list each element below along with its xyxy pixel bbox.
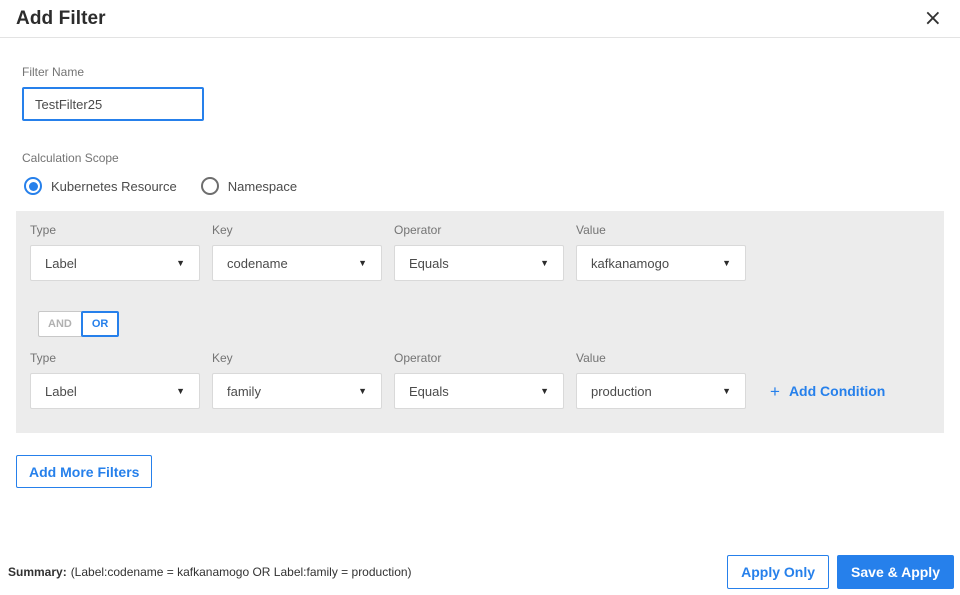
condition-1-value-select[interactable]: kafkanamogo ▼ (576, 245, 746, 281)
condition-1-operator-select[interactable]: Equals ▼ (394, 245, 564, 281)
summary-label: Summary: (8, 565, 67, 579)
footer-buttons: Apply Only Save & Apply (727, 555, 954, 589)
add-more-filters-button[interactable]: Add More Filters (16, 455, 153, 488)
condition-2-type-cell: Type Label ▼ (30, 351, 200, 409)
chevron-down-icon: ▼ (540, 257, 549, 268)
condition-1-key-select[interactable]: codename ▼ (212, 245, 382, 281)
radio-selected-icon[interactable] (24, 177, 42, 195)
condition-2-operator-cell: Operator Equals ▼ (394, 351, 564, 409)
condition-2-key-value: family (227, 383, 261, 399)
chevron-down-icon: ▼ (358, 257, 367, 268)
chevron-down-icon: ▼ (176, 257, 185, 268)
dialog-body: Filter Name Calculation Scope Kubernetes… (0, 65, 960, 433)
and-toggle-button[interactable]: AND (38, 311, 82, 337)
condition-1-value-cell: Value kafkanamogo ▼ (576, 223, 746, 281)
value-label: Value (576, 351, 606, 365)
dialog-footer: Summary: (Label:codename = kafkanamogo OR… (8, 555, 954, 589)
dialog-header: Add Filter × (0, 0, 960, 38)
summary-text: (Label:codename = kafkanamogo OR Label:f… (70, 565, 412, 579)
type-label: Type (30, 351, 57, 365)
filter-name-label: Filter Name (22, 65, 85, 79)
chevron-down-icon: ▼ (358, 385, 367, 396)
condition-2-key-cell: Key family ▼ (212, 351, 382, 409)
radio-kubernetes-resource-label: Kubernetes Resource (51, 178, 177, 194)
add-condition-label: Add Condition (788, 383, 886, 399)
condition-1-operator-value: Equals (409, 255, 449, 271)
key-label: Key (212, 223, 233, 237)
apply-only-button[interactable]: Apply Only (727, 555, 830, 589)
operator-label: Operator (394, 351, 442, 365)
condition-1-key-cell: Key codename ▼ (212, 223, 382, 281)
condition-2-type-select[interactable]: Label ▼ (30, 373, 200, 409)
radio-unselected-icon[interactable] (200, 177, 219, 195)
add-condition-link[interactable]: + Add Condition (758, 373, 930, 409)
radio-namespace-label: Namespace (227, 178, 298, 194)
key-label: Key (212, 351, 233, 365)
or-toggle-button[interactable]: OR (80, 311, 120, 337)
condition-2-key-select[interactable]: family ▼ (212, 373, 382, 409)
close-icon[interactable]: × (922, 7, 944, 30)
radio-kubernetes-resource[interactable]: Kubernetes Resource (24, 177, 177, 195)
value-label: Value (576, 223, 606, 237)
condition-1-type-cell: Type Label ▼ (30, 223, 200, 281)
chevron-down-icon: ▼ (176, 385, 185, 396)
conditions-panel: Type Label ▼ Key codename ▼ Operator Equ… (16, 211, 944, 433)
condition-1-value-value: kafkanamogo (591, 255, 670, 271)
condition-2-operator-value: Equals (409, 383, 449, 399)
radio-namespace[interactable]: Namespace (200, 177, 298, 195)
condition-1-type-value: Label (45, 255, 77, 271)
condition-1-type-select[interactable]: Label ▼ (30, 245, 200, 281)
condition-1-key-value: codename (227, 255, 288, 271)
condition-2-value-cell: Value production ▼ (576, 351, 746, 409)
condition-2-type-value: Label (45, 383, 77, 399)
condition-row-2: Type Label ▼ Key family ▼ Operator Equal… (30, 351, 930, 409)
plus-icon: + (770, 381, 780, 401)
condition-1-operator-cell: Operator Equals ▼ (394, 223, 564, 281)
operator-label: Operator (394, 223, 442, 237)
chevron-down-icon: ▼ (540, 385, 549, 396)
condition-row-1: Type Label ▼ Key codename ▼ Operator Equ… (30, 223, 930, 281)
calculation-scope-options: Kubernetes Resource Namespace (24, 177, 944, 195)
logic-operator-toggle: AND OR (38, 311, 930, 337)
condition-2-value-select[interactable]: production ▼ (576, 373, 746, 409)
condition-2-value-value: production (591, 383, 652, 399)
summary: Summary: (Label:codename = kafkanamogo OR… (8, 565, 412, 579)
page-title: Add Filter (16, 7, 106, 29)
calculation-scope-label: Calculation Scope (22, 151, 119, 165)
save-and-apply-button[interactable]: Save & Apply (837, 555, 954, 589)
chevron-down-icon: ▼ (722, 257, 731, 268)
filter-name-input[interactable] (22, 87, 204, 121)
type-label: Type (30, 223, 57, 237)
chevron-down-icon: ▼ (722, 385, 731, 396)
condition-2-operator-select[interactable]: Equals ▼ (394, 373, 564, 409)
